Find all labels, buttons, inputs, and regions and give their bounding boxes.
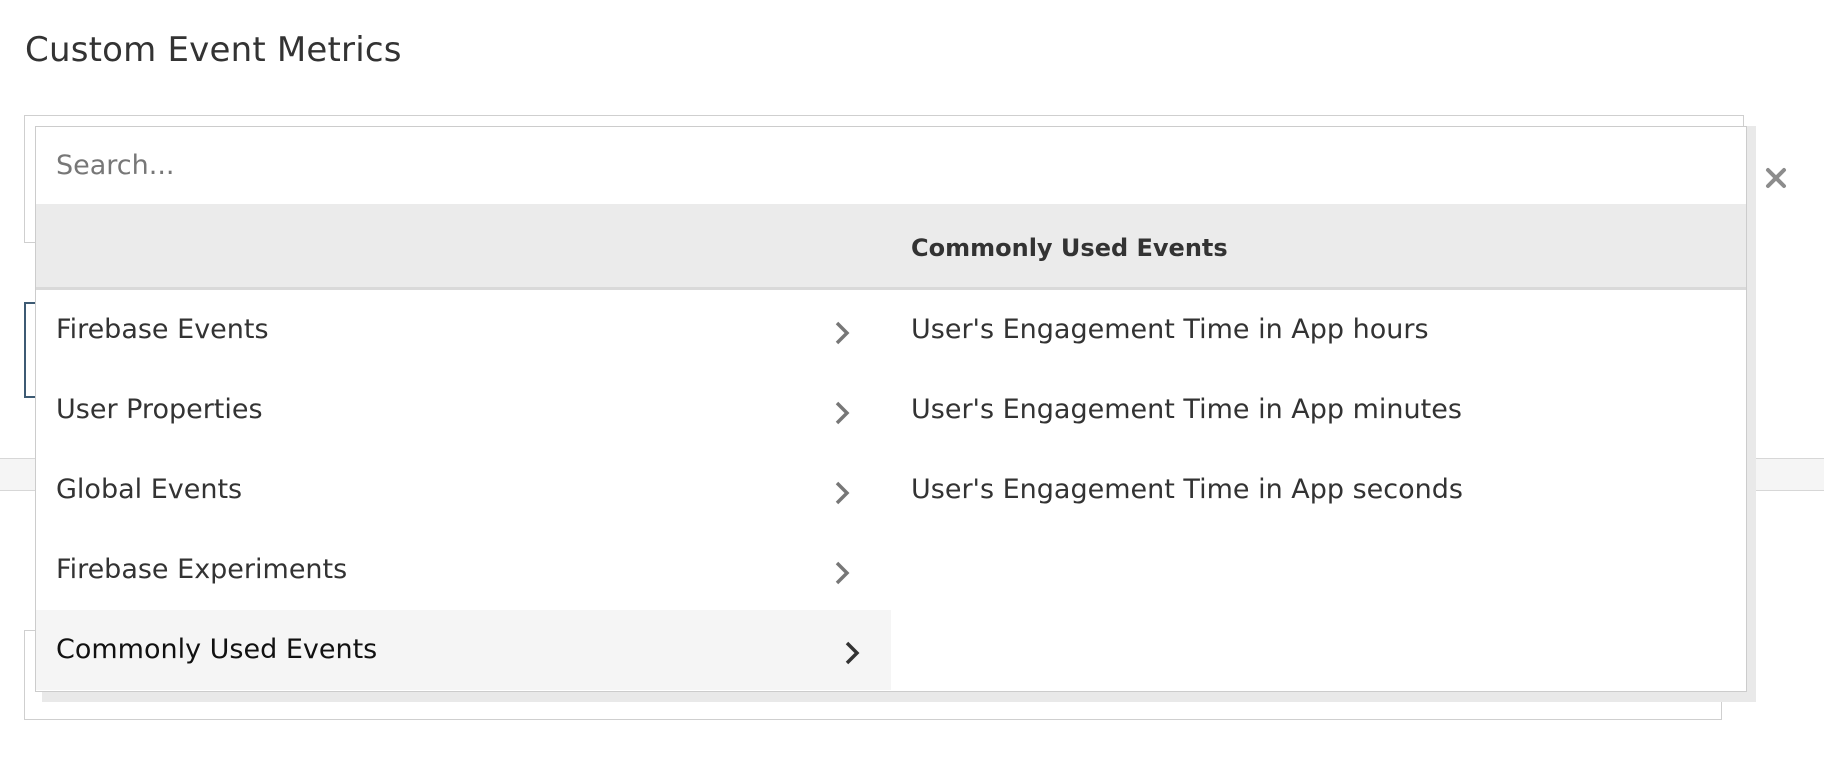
category-label: User Properties — [56, 394, 263, 425]
close-icon[interactable] — [1762, 164, 1790, 192]
category-label: Global Events — [56, 474, 243, 505]
event-label: User's Engagement Time in App hours — [911, 314, 1429, 345]
event-picker-dropdown: Commonly Used Events Firebase Events Use… — [35, 126, 1747, 692]
event-label: User's Engagement Time in App seconds — [911, 474, 1463, 505]
chevron-right-icon — [835, 481, 850, 505]
category-item-global-events[interactable]: Global Events — [36, 450, 891, 530]
event-list: User's Engagement Time in App hours User… — [911, 290, 1731, 530]
event-item[interactable]: User's Engagement Time in App minutes — [911, 370, 1731, 450]
chevron-right-icon — [845, 641, 860, 665]
event-item[interactable]: User's Engagement Time in App hours — [911, 290, 1731, 370]
event-item[interactable]: User's Engagement Time in App seconds — [911, 450, 1731, 530]
page: Custom Event Metrics Commonly Used Event… — [0, 0, 1824, 778]
chevron-right-icon — [835, 561, 850, 585]
event-label: User's Engagement Time in App minutes — [911, 394, 1462, 425]
search-input[interactable] — [36, 127, 1746, 204]
panel-header-title: Commonly Used Events — [911, 234, 1228, 262]
chevron-right-icon — [835, 401, 850, 425]
page-title: Custom Event Metrics — [25, 30, 402, 70]
category-label: Firebase Events — [56, 314, 269, 345]
category-label: Firebase Experiments — [56, 554, 348, 585]
category-list: Firebase Events User Properties Global E… — [36, 290, 891, 690]
category-item-firebase-events[interactable]: Firebase Events — [36, 290, 891, 370]
category-item-firebase-experiments[interactable]: Firebase Experiments — [36, 530, 891, 610]
chevron-right-icon — [835, 321, 850, 345]
category-label: Commonly Used Events — [56, 634, 378, 665]
panel-header: Commonly Used Events — [36, 204, 1746, 290]
category-item-commonly-used-events[interactable]: Commonly Used Events — [36, 610, 891, 690]
category-item-user-properties[interactable]: User Properties — [36, 370, 891, 450]
